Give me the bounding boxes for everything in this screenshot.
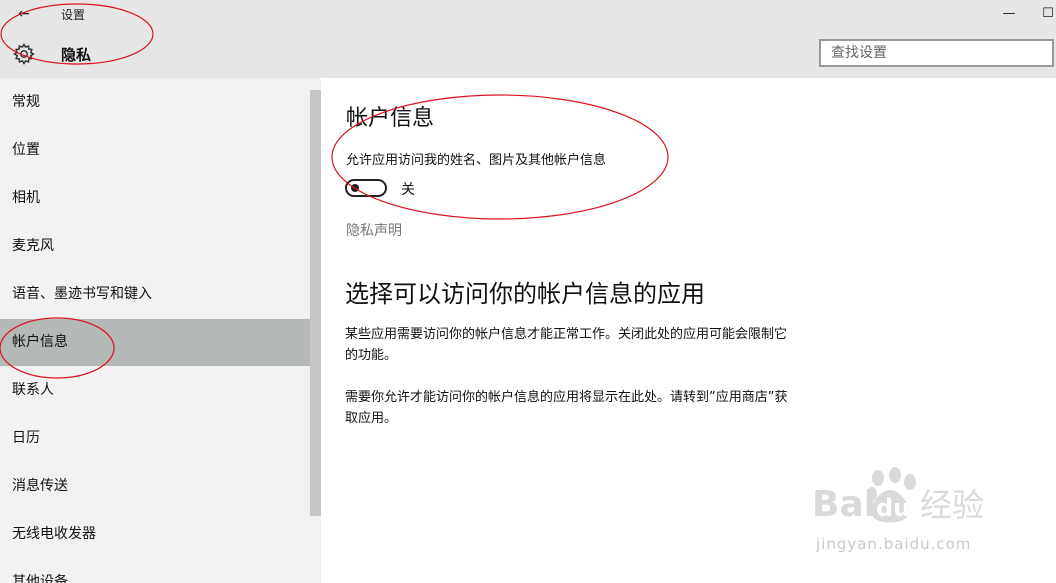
watermark-url: jingyan.baidu.com — [816, 535, 972, 553]
page-title: 帐户信息 — [346, 106, 435, 131]
sidebar-item-location[interactable]: 位置 — [0, 127, 310, 174]
scrollbar-thumb[interactable] — [310, 90, 321, 516]
privacy-statement-link[interactable]: 隐私声明 — [346, 220, 402, 240]
info-paragraph-2: 需要你允许才能访问你的帐户信息的应用将显示在此处。请转到”应用商店”获取应用。 — [345, 390, 788, 426]
svg-text:Bai: Bai — [812, 484, 876, 525]
toggle-description: 允许应用访问我的姓名、图片及其他帐户信息 — [346, 153, 607, 168]
section-title: 隐私 — [61, 46, 92, 64]
sidebar-nav: 常规 位置 相机 麦克风 语音、墨迹书写和键入 帐户信息 联系人 日历 消息传送… — [0, 78, 310, 583]
toggle-state-label: 关 — [401, 182, 415, 198]
apps-section-heading: 选择可以访问你的帐户信息的应用 — [345, 280, 705, 308]
back-arrow-icon[interactable]: ← — [12, 4, 36, 24]
sidebar-item-speech[interactable]: 语音、墨迹书写和键入 — [0, 271, 310, 318]
sidebar-item-general[interactable]: 常规 — [0, 79, 310, 126]
sidebar-item-calendar[interactable]: 日历 — [0, 415, 310, 462]
sidebar-item-microphone[interactable]: 麦克风 — [0, 223, 310, 270]
toggle-knob — [351, 184, 359, 192]
minimize-button[interactable]: — — [999, 4, 1019, 24]
gear-icon — [13, 43, 35, 65]
sidebar-item-other-devices[interactable]: 其他设备 — [0, 559, 310, 583]
search-input[interactable] — [819, 39, 1054, 67]
sidebar-item-radios[interactable]: 无线电收发器 — [0, 511, 310, 558]
window-title: 设置 — [61, 8, 86, 22]
baidu-jingyan-watermark-logo: Bai du 经验 — [812, 467, 984, 525]
sidebar-item-account-info[interactable]: 帐户信息 — [0, 319, 310, 366]
account-info-toggle[interactable] — [345, 179, 387, 197]
sidebar-item-messaging[interactable]: 消息传送 — [0, 463, 310, 510]
svg-text:经验: 经验 — [920, 486, 984, 524]
maximize-button[interactable]: ☐ — [1038, 4, 1056, 24]
info-paragraph-1: 某些应用需要访问你的帐户信息才能正常工作。关闭此处的应用可能会限制它的功能。 — [345, 327, 788, 363]
svg-text:du: du — [876, 494, 910, 522]
sidebar-item-camera[interactable]: 相机 — [0, 175, 310, 222]
sidebar-item-contacts[interactable]: 联系人 — [0, 367, 310, 414]
